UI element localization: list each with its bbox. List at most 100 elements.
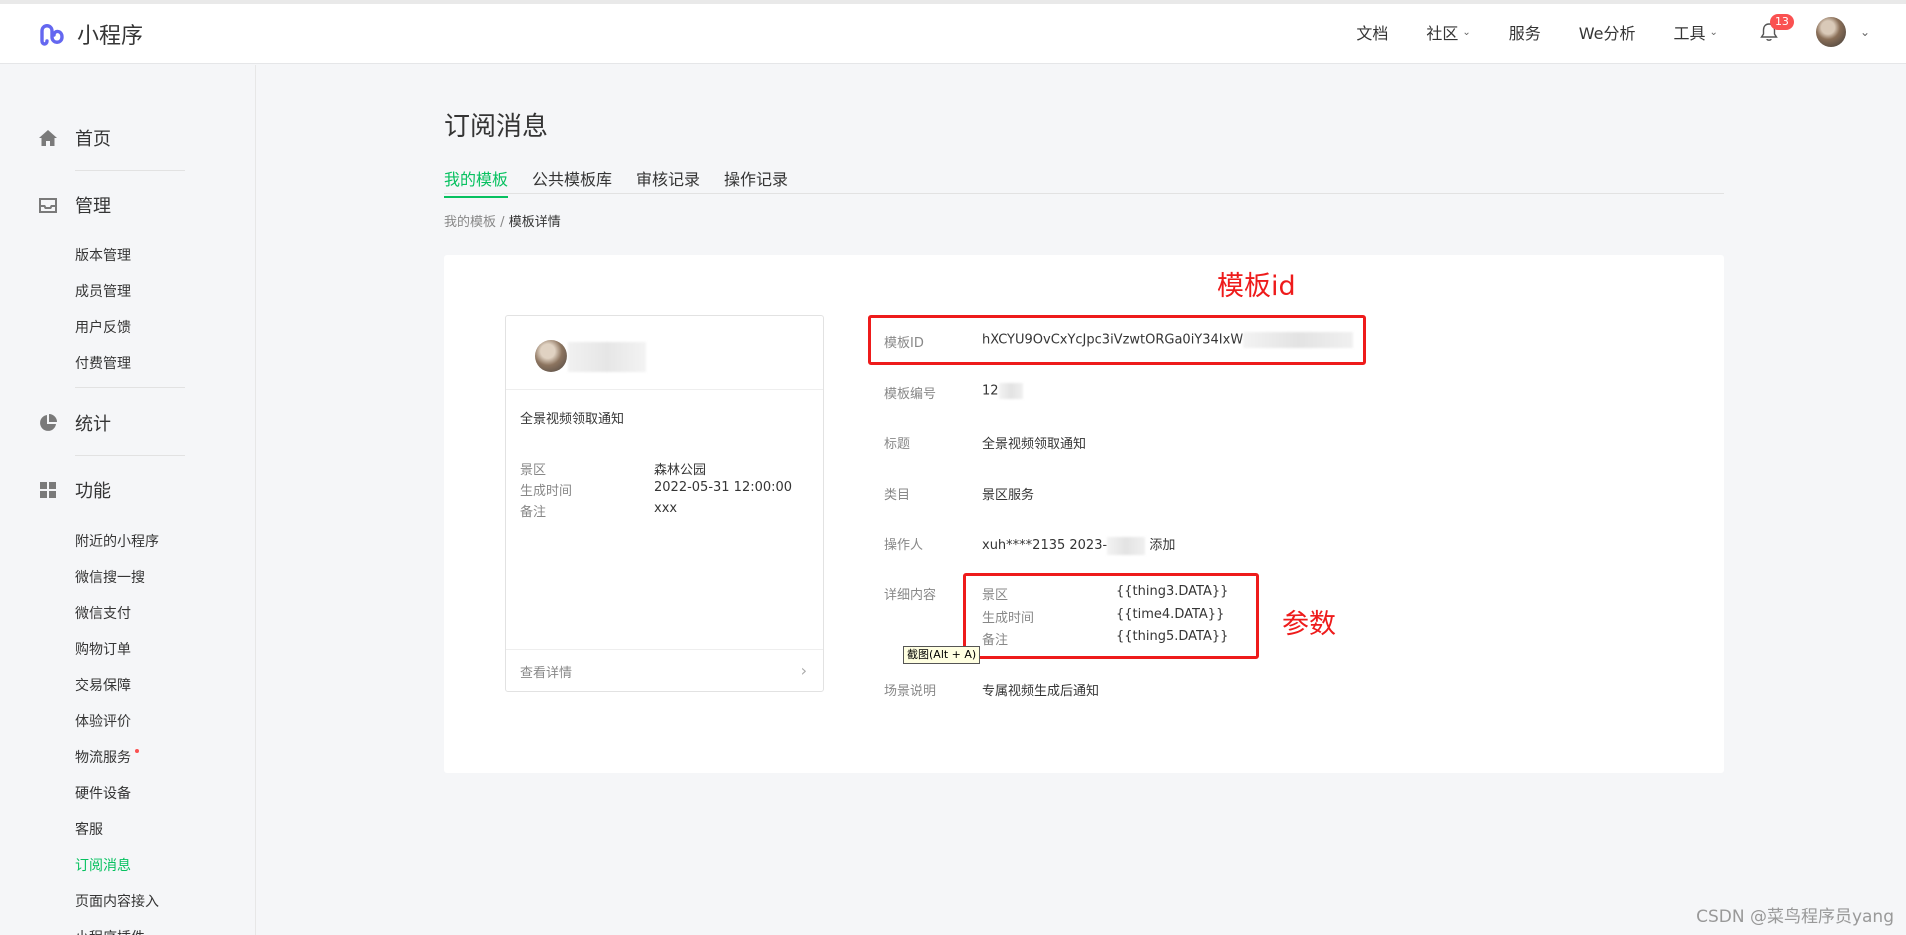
nav-service[interactable]: 服务 — [1509, 20, 1541, 44]
preview-key: 景区 — [520, 463, 547, 478]
sidebar-group-label: 统计 — [75, 414, 111, 435]
preview-row: 景区 森林公园 — [520, 459, 706, 478]
preview-title: 全景视频领取通知 — [520, 412, 625, 427]
new-dot — [135, 749, 139, 753]
sidebar-group-label: 功能 — [75, 481, 111, 502]
tab-operation-records[interactable]: 操作记录 — [724, 166, 788, 196]
pie-chart-icon — [38, 413, 58, 433]
sidebar-group-stats[interactable]: 统计 — [38, 410, 111, 436]
inbox-icon — [38, 195, 58, 215]
sidebar-item-review[interactable]: 体验评价 — [75, 711, 131, 731]
sidebar-item-subscribe[interactable]: 订阅消息 — [75, 855, 131, 875]
tab-review-records[interactable]: 审核记录 — [636, 166, 700, 196]
view-details-label: 查看详情 — [520, 666, 573, 681]
view-details-link[interactable]: 查看详情 › — [506, 649, 823, 691]
annotation-label-params: 参数 — [1282, 609, 1336, 640]
nav-community-label: 社区 — [1426, 24, 1459, 43]
sidebar-item-billing[interactable]: 付费管理 — [75, 353, 131, 373]
tab-my-templates[interactable]: 我的模板 — [444, 166, 509, 198]
template-number-text: 12 — [982, 383, 999, 399]
sidebar-item-feedback[interactable]: 用户反馈 — [75, 317, 131, 337]
sidebar-item-content[interactable]: 页面内容接入 — [75, 891, 159, 911]
message-preview: 全景视频领取通知 景区 森林公园 生成时间 2022-05-31 12:00:0… — [505, 315, 824, 692]
scene-value: 专属视频生成后通知 — [982, 684, 1100, 699]
sidebar-group-label: 管理 — [75, 196, 111, 217]
watermark: CSDN @菜鸟程序员yang — [1696, 907, 1894, 927]
preview-row: 生成时间 2022-05-31 12:00:00 — [520, 480, 792, 499]
avatar — [535, 340, 567, 372]
preview-key: 备注 — [520, 505, 547, 520]
page-title: 订阅消息 — [444, 112, 549, 142]
preview-value: 2022-05-31 12:00:00 — [654, 480, 793, 495]
title-value: 全景视频领取通知 — [982, 437, 1087, 452]
operator-suffix: 添加 — [1149, 538, 1176, 553]
preview-key: 生成时间 — [520, 484, 573, 499]
chevron-down-icon: ⌄ — [1709, 26, 1718, 38]
operator-value: xuh****2135 2023- 添加 — [982, 534, 1175, 555]
preview-row: 备注 xxx — [520, 501, 677, 520]
nav-community[interactable]: 社区 ⌄ — [1426, 20, 1470, 44]
sidebar-item-label: 首页 — [75, 129, 111, 150]
breadcrumb-separator: / — [500, 215, 505, 230]
sidebar-item-plugins[interactable]: 小程序插件 — [75, 927, 145, 935]
sidebar-item-support[interactable]: 客服 — [75, 819, 103, 839]
sidebar-item-guarantee[interactable]: 交易保障 — [75, 675, 131, 695]
divider — [75, 387, 185, 388]
category-value: 景区服务 — [982, 488, 1035, 503]
annotation-box-template-id — [868, 315, 1366, 365]
nav-tools[interactable]: 工具 ⌄ — [1674, 20, 1718, 44]
operator-label: 操作人 — [884, 538, 924, 553]
sidebar-item-version[interactable]: 版本管理 — [75, 245, 131, 265]
redacted-number — [998, 383, 1023, 399]
sidebar-item-search[interactable]: 微信搜一搜 — [75, 567, 145, 587]
preview-value: xxx — [654, 501, 678, 516]
sidebar-item-home[interactable]: 首页 — [38, 125, 111, 151]
sidebar-item-orders[interactable]: 购物订单 — [75, 639, 131, 659]
sidebar-group-features[interactable]: 功能 — [38, 477, 111, 503]
notification-button[interactable]: 13 — [1758, 14, 1794, 44]
preview-value: 森林公园 — [654, 463, 707, 478]
tabs: 我的模板 公共模板库 审核记录 操作记录 — [444, 164, 1724, 198]
notification-badge: 13 — [1769, 14, 1794, 30]
sidebar-item-nearby[interactable]: 附近的小程序 — [75, 531, 159, 551]
annotation-box-params — [963, 573, 1259, 659]
sidebar-group-manage[interactable]: 管理 — [38, 192, 111, 218]
nav-tools-label: 工具 — [1673, 24, 1706, 43]
sidebar: 首页 管理 版本管理 成员管理 用户反馈 付费管理 统计 功能 附近的小程序 微… — [0, 65, 256, 935]
chevron-down-icon[interactable]: ⌄ — [1860, 25, 1870, 39]
template-number-value: 12 — [982, 383, 1023, 399]
nav-docs-label: 文档 — [1356, 24, 1389, 43]
title-label: 标题 — [884, 437, 911, 452]
category-label: 类目 — [884, 488, 911, 503]
nav-right: 文档 社区 ⌄ 服务 We分析 工具 ⌄ 13 ⌄ — [1318, 0, 1870, 64]
operator-text: xuh****2135 2023- — [982, 538, 1108, 553]
preview-header — [506, 316, 823, 390]
grid-icon — [38, 480, 58, 500]
breadcrumb-parent[interactable]: 我的模板 — [444, 215, 496, 230]
brand-name: 小程序 — [77, 24, 144, 49]
tab-public-library[interactable]: 公共模板库 — [532, 166, 612, 196]
sidebar-item-label: 物流服务 — [75, 750, 131, 766]
nav-analytics-label: We分析 — [1578, 24, 1636, 43]
template-number-label: 模板编号 — [884, 387, 937, 402]
sidebar-item-logistics[interactable]: 物流服务 — [75, 747, 139, 767]
redacted-name — [568, 342, 646, 372]
mini-program-logo-icon — [40, 24, 64, 46]
screenshot-tooltip: 截图(Alt + A) — [903, 646, 981, 664]
avatar[interactable] — [1815, 17, 1846, 47]
brand[interactable]: 小程序 — [38, 18, 143, 50]
divider — [75, 170, 185, 171]
scene-label: 场景说明 — [884, 684, 937, 699]
divider — [75, 455, 185, 456]
sidebar-item-pay[interactable]: 微信支付 — [75, 603, 131, 623]
nav-service-label: 服务 — [1508, 24, 1541, 43]
annotation-label-template-id: 模板id — [1217, 271, 1296, 302]
nav-analytics[interactable]: We分析 — [1579, 20, 1636, 44]
sidebar-item-members[interactable]: 成员管理 — [75, 281, 131, 301]
sidebar-item-hardware[interactable]: 硬件设备 — [75, 783, 131, 803]
redacted-date — [1107, 536, 1146, 555]
content-label: 详细内容 — [884, 588, 937, 603]
nav-docs[interactable]: 文档 — [1356, 20, 1388, 44]
top-navbar: 小程序 文档 社区 ⌄ 服务 We分析 工具 ⌄ 13 ⌄ — [0, 0, 1906, 64]
breadcrumb-current: 模板详情 — [508, 215, 561, 230]
